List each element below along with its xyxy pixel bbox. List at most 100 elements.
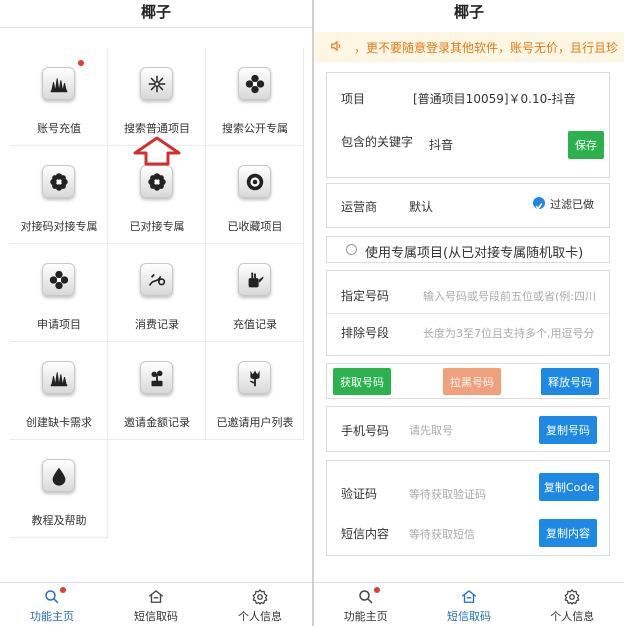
grid-item-label: 已邀请用户列表 <box>216 416 294 429</box>
grid-item-label: 账号充值 <box>37 122 81 135</box>
save-button[interactable]: 保存 <box>568 131 604 159</box>
code-label: 验证码 <box>341 487 378 501</box>
notification-dot <box>78 60 84 66</box>
tab-label: 个人信息 <box>237 610 282 623</box>
tulip-icon <box>238 361 271 394</box>
home-icon <box>461 590 477 603</box>
copy-number-button[interactable]: 复制号码 <box>539 416 597 444</box>
exclude-label: 排除号段 <box>341 326 390 340</box>
speaker-icon <box>331 40 341 52</box>
gear-icon <box>252 589 268 605</box>
notice-bar: ，更不要随意登录其他软件，账号无价，且行且珍 <box>314 32 624 62</box>
tab-profile[interactable]: 个人信息 <box>208 583 312 626</box>
app-title: 椰子 <box>453 3 484 21</box>
tab-home[interactable]: 功能主页 <box>0 583 104 626</box>
tab-label: 短信取码 <box>133 610 178 623</box>
tab-label: 个人信息 <box>550 610 595 623</box>
operator-label: 运营商 <box>341 200 378 214</box>
grass-icon <box>42 67 75 100</box>
sprout-icon <box>140 263 173 296</box>
flower-icon <box>238 67 271 100</box>
exclusive-option[interactable]: 使用专属项目(从已对接专属随机取卡) <box>326 236 610 263</box>
assign-number-input[interactable]: 输入号码或号段前五位或省(例:四川 <box>423 288 609 304</box>
tab-label: 功能主页 <box>343 610 388 623</box>
grid-item-label: 已收藏项目 <box>227 220 283 233</box>
flower-icon <box>42 165 75 198</box>
right-screen: 椰子 ，更不要随意登录其他软件，账号无价，且行且珍 项目 [普通项目10059]… <box>314 0 624 626</box>
number-filter-card: 指定号码 输入号码或号段前五位或省(例:四川 排除号段 长度为3至7位且支持多个… <box>326 270 610 356</box>
action-card: 获取号码 拉黑号码 释放号码 <box>326 363 610 399</box>
project-value: [普通项目10059]￥0.10-抖音 <box>413 92 576 106</box>
grid-item-recharge-record[interactable]: 充值记录 <box>206 244 304 342</box>
grid-item-create-demand[interactable]: 创建缺卡需求 <box>10 342 108 440</box>
assign-label: 指定号码 <box>341 289 390 303</box>
grid-item-search-normal[interactable]: 搜索普通项目 <box>108 48 206 146</box>
copy-content-button[interactable]: 复制内容 <box>539 519 597 547</box>
search-icon <box>358 590 373 604</box>
project-card: 项目 [普通项目10059]￥0.10-抖音 包含的关键字 抖音 保存 <box>326 72 610 178</box>
notification-dot <box>374 587 380 593</box>
release-number-button[interactable]: 释放号码 <box>541 368 599 395</box>
copy-code-button[interactable]: 复制Code <box>539 473 599 501</box>
tab-profile[interactable]: 个人信息 <box>521 583 624 626</box>
left-screen: 椰子 账号充值 搜索普通项目 搜索公开专属 对接码对接专属 已对接专属 已收藏项… <box>0 0 312 626</box>
grid-item-invite-amount[interactable]: 邀请金额记录 <box>108 342 206 440</box>
grid-item-label: 创建缺卡需求 <box>26 416 92 429</box>
gear-icon <box>564 589 580 605</box>
phone-number-input[interactable]: 请先取号 <box>409 422 529 438</box>
notification-dot <box>60 587 66 593</box>
watering-can-icon <box>238 263 271 296</box>
search-icon <box>45 590 59 604</box>
grid-item-account-recharge[interactable]: 账号充值 <box>10 48 108 146</box>
ring-flower-icon <box>238 165 271 198</box>
exclusive-radio[interactable] <box>346 244 357 255</box>
up-arrow-icon <box>133 136 181 166</box>
plant-icon <box>140 361 173 394</box>
sms-content-input[interactable]: 等待获取短信 <box>409 526 529 542</box>
grid-item-label: 对接码对接专属 <box>20 220 98 233</box>
bottom-tab-bar: 功能主页 短信取码 个人信息 <box>314 582 624 626</box>
exclusive-label: 使用专属项目(从已对接专属随机取卡) <box>365 246 584 261</box>
sms-label: 短信内容 <box>341 527 390 541</box>
phone-card: 手机号码 请先取号 复制号码 <box>326 406 610 452</box>
filter-checkbox[interactable] <box>533 197 545 210</box>
keyword-input[interactable]: 抖音 <box>429 136 453 153</box>
grid-item-invited-users[interactable]: 已邀请用户列表 <box>206 342 304 440</box>
home-icon <box>148 590 164 603</box>
operator-select[interactable]: 默认 <box>409 198 433 215</box>
tab-label: 短信取码 <box>446 610 491 623</box>
grid-item-label: 消费记录 <box>135 318 179 331</box>
grid-item-label: 邀请金额记录 <box>124 416 190 429</box>
grid-item-label: 已对接专属 <box>129 220 185 233</box>
grid-item-label: 教程及帮助 <box>31 514 87 527</box>
tab-sms[interactable]: 短信取码 <box>104 583 208 626</box>
sms-code-card: 验证码 等待获取验证码 复制Code 短信内容 等待获取短信 复制内容 <box>326 460 610 556</box>
flower-icon <box>42 263 75 296</box>
get-number-button[interactable]: 获取号码 <box>333 368 391 395</box>
filter-label: 过滤已做 <box>550 198 594 211</box>
grid-item-label: 充值记录 <box>233 318 277 331</box>
divider <box>327 313 609 314</box>
grid-item-search-public[interactable]: 搜索公开专属 <box>206 48 304 146</box>
grid-item-label: 搜索普通项目 <box>124 122 190 135</box>
bottom-tab-bar: 功能主页 短信取码 个人信息 <box>0 582 312 626</box>
tab-sms[interactable]: 短信取码 <box>417 583 520 626</box>
app-title: 椰子 <box>0 0 312 28</box>
grid-item-favorites[interactable]: 已收藏项目 <box>206 146 304 244</box>
grid-item-apply-project[interactable]: 申请项目 <box>10 244 108 342</box>
grid-item-label: 搜索公开专属 <box>222 122 288 135</box>
block-number-button[interactable]: 拉黑号码 <box>443 368 501 395</box>
project-label: 项目 <box>341 92 366 106</box>
exclude-segment-input[interactable]: 长度为3至7位且支持多个,用逗号分 <box>423 325 609 341</box>
grid-item-consumption[interactable]: 消费记录 <box>108 244 206 342</box>
grid-item-tutorial[interactable]: 教程及帮助 <box>10 440 108 538</box>
tab-label: 功能主页 <box>29 610 74 623</box>
tab-home[interactable]: 功能主页 <box>314 583 417 626</box>
grid-item-label: 申请项目 <box>37 318 81 331</box>
flower-icon <box>140 165 173 198</box>
flower-outline-icon <box>140 67 173 100</box>
notice-text: ，更不要随意登录其他软件，账号无价，且行且珍 <box>354 41 619 55</box>
grass-icon <box>42 361 75 394</box>
grid-item-code-connect[interactable]: 对接码对接专属 <box>10 146 108 244</box>
code-input[interactable]: 等待获取验证码 <box>409 486 529 502</box>
